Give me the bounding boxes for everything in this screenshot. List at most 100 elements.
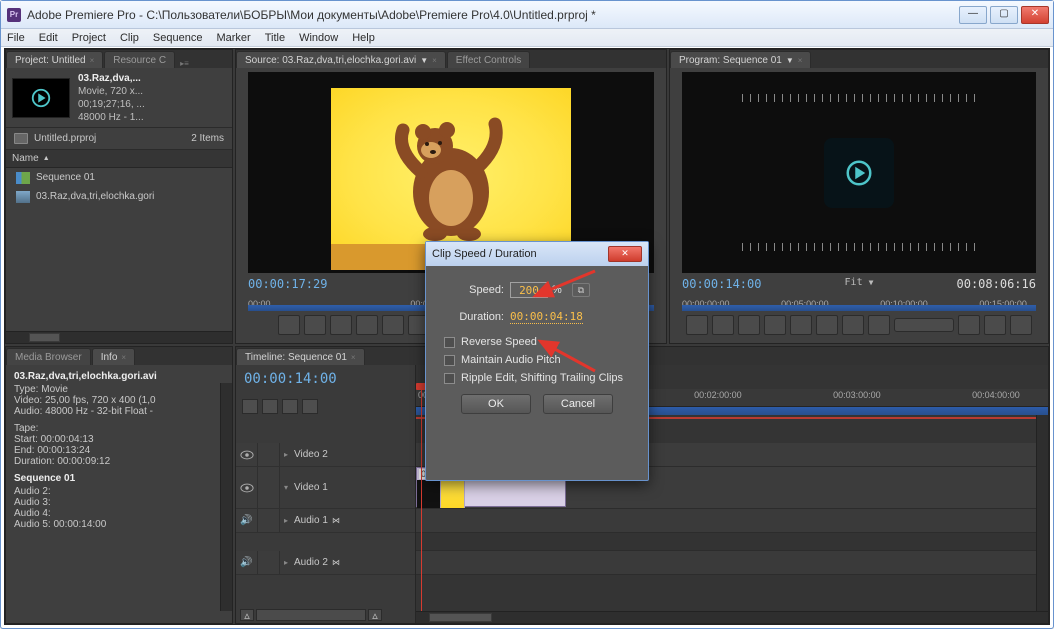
clip-speed-dialog: Clip Speed / Duration ✕ Speed: % ⧉ Durat… (425, 241, 649, 481)
list-item-sequence[interactable]: Sequence 01 (6, 168, 232, 187)
snap-button[interactable] (242, 399, 258, 414)
track-header-audio1[interactable]: 🔊 ▸ Audio 1 ⋈ (236, 509, 415, 533)
tool-button[interactable] (282, 399, 298, 414)
step-back-button[interactable] (356, 315, 378, 335)
menu-sequence[interactable]: Sequence (153, 32, 203, 44)
zoom-in-icon[interactable]: ▵ (368, 609, 382, 621)
maintain-pitch-checkbox[interactable]: Maintain Audio Pitch (444, 354, 634, 366)
program-viewer[interactable] (682, 72, 1036, 273)
goto-out-button[interactable] (842, 315, 864, 335)
info-vscroll[interactable] (220, 383, 232, 611)
track-header-video2[interactable]: ▸ Video 2 (236, 443, 415, 467)
clip-thumbnail (12, 78, 70, 118)
info-audio2: Audio 2: (14, 486, 224, 497)
menu-window[interactable]: Window (299, 32, 338, 44)
panel-menu-icon[interactable]: ▸≡ (180, 59, 189, 68)
program-transition-bottom (742, 243, 976, 251)
list-item-clip[interactable]: 03.Raz,dva,tri,elochka.gori (6, 187, 232, 206)
track-header-video1[interactable]: ▾ Video 1 (236, 467, 415, 509)
timeline-vscroll[interactable] (1036, 415, 1048, 611)
playhead[interactable] (421, 389, 422, 615)
close-icon[interactable]: × (121, 353, 126, 362)
close-icon[interactable]: × (432, 56, 437, 65)
info-tape: Tape: (14, 423, 224, 434)
menu-clip[interactable]: Clip (120, 32, 139, 44)
tab-timeline[interactable]: Timeline: Sequence 01× (236, 348, 365, 365)
menu-help[interactable]: Help (352, 32, 375, 44)
track-header-audio2[interactable]: 🔊 ▸ Audio 2 ⋈ (236, 551, 415, 575)
shuttle-slider[interactable] (894, 318, 954, 332)
project-hscroll[interactable] (6, 331, 232, 343)
minimize-button[interactable]: — (959, 6, 987, 24)
close-button[interactable]: ✕ (1021, 6, 1049, 24)
trash-button[interactable] (1010, 315, 1032, 335)
dialog-close-button[interactable]: ✕ (608, 246, 642, 262)
set-in-button[interactable] (686, 315, 708, 335)
info-audio3: Audio 3: (14, 497, 224, 508)
step-back-button[interactable] (764, 315, 786, 335)
tab-resource-central[interactable]: Resource C (104, 51, 175, 68)
lock-icon[interactable] (258, 443, 280, 466)
zoom-out-icon[interactable]: ▵ (240, 609, 254, 621)
reverse-speed-checkbox[interactable]: Reverse Speed (444, 336, 634, 348)
lock-icon[interactable] (258, 467, 280, 508)
speaker-icon[interactable]: 🔊 (236, 509, 258, 532)
close-icon[interactable]: × (90, 56, 95, 65)
set-in-button[interactable] (278, 315, 300, 335)
eye-icon[interactable] (236, 443, 258, 466)
menu-edit[interactable]: Edit (39, 32, 58, 44)
tab-info[interactable]: Info× (92, 348, 135, 365)
step-fwd-button[interactable] (816, 315, 838, 335)
source-timecode-in[interactable]: 00:00:17:29 (248, 277, 327, 291)
project-bin-row[interactable]: Untitled.prproj 2 Items (6, 128, 232, 150)
loop-button[interactable] (868, 315, 890, 335)
tab-program[interactable]: Program: Sequence 01▼× (670, 51, 811, 68)
program-ruler[interactable]: 00:00:00:00 00:05:00:00 00:10:00:00 00:1… (682, 299, 1036, 311)
tool-button[interactable] (302, 399, 318, 414)
close-icon[interactable]: × (798, 56, 803, 65)
tab-media-browser[interactable]: Media Browser (6, 348, 91, 365)
goto-in-button[interactable] (330, 315, 352, 335)
eye-icon[interactable] (236, 467, 258, 508)
timeline-timecode[interactable]: 00:00:14:00 (244, 371, 337, 387)
play-button[interactable] (790, 315, 812, 335)
program-timecode[interactable]: 00:00:14:00 (682, 277, 761, 291)
tab-effect-controls[interactable]: Effect Controls (447, 51, 530, 68)
menu-project[interactable]: Project (72, 32, 106, 44)
tab-project[interactable]: Project: Untitled× (6, 51, 103, 68)
dialog-titlebar[interactable]: Clip Speed / Duration ✕ (426, 242, 648, 266)
maximize-button[interactable]: ▢ (990, 6, 1018, 24)
chevron-down-icon[interactable]: ▼ (420, 56, 428, 65)
speed-input[interactable] (510, 282, 548, 298)
set-out-button[interactable] (712, 315, 734, 335)
menu-file[interactable]: File (7, 32, 25, 44)
cancel-button[interactable]: Cancel (543, 394, 613, 414)
goto-in-button[interactable] (738, 315, 760, 335)
program-zoom-fit[interactable]: Fit ▼ (845, 277, 874, 291)
ripple-edit-checkbox[interactable]: Ripple Edit, Shifting Trailing Clips (444, 372, 634, 384)
lift-button[interactable] (958, 315, 980, 335)
info-duration: Duration: 00:00:09:12 (14, 456, 224, 467)
menu-marker[interactable]: Marker (216, 32, 250, 44)
play-button[interactable] (382, 315, 404, 335)
lock-icon[interactable] (258, 551, 280, 574)
chevron-down-icon[interactable]: ▼ (786, 56, 794, 65)
marker-button[interactable] (262, 399, 278, 414)
link-icon[interactable]: ⧉ (572, 283, 590, 297)
list-header[interactable]: Name▲ (6, 150, 232, 168)
zoom-slider[interactable] (256, 609, 366, 621)
speaker-icon[interactable]: 🔊 (236, 551, 258, 574)
track-spacer (416, 533, 1048, 551)
set-out-button[interactable] (304, 315, 326, 335)
close-icon[interactable]: × (351, 353, 356, 362)
lock-icon[interactable] (258, 509, 280, 532)
extract-button[interactable] (984, 315, 1006, 335)
track-audio2[interactable] (416, 551, 1048, 575)
tab-source[interactable]: Source: 03.Raz,dva,tri,elochka.gori.avi▼… (236, 51, 446, 68)
menu-title[interactable]: Title (265, 32, 285, 44)
program-duration: 00:08:06:16 (957, 277, 1036, 291)
track-audio1[interactable] (416, 509, 1048, 533)
timeline-hscroll[interactable] (416, 611, 1048, 623)
ok-button[interactable]: OK (461, 394, 531, 414)
duration-value[interactable]: 00:00:04:18 (510, 310, 583, 324)
